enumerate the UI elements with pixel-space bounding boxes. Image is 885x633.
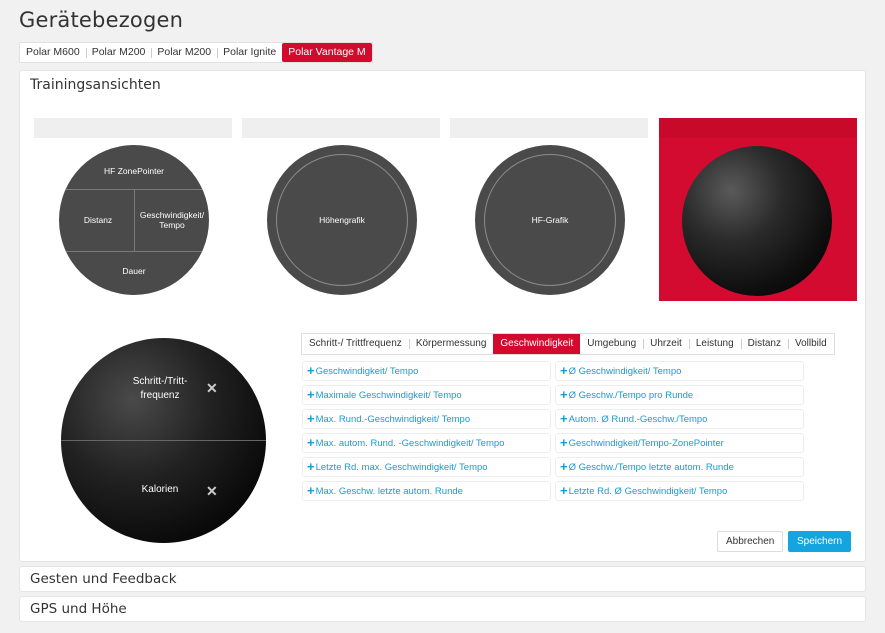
- option-item[interactable]: +Ø Geschw./Tempo letzte autom. Runde: [555, 457, 804, 477]
- plus-icon: +: [307, 483, 315, 498]
- option-item[interactable]: +Geschwindigkeit/Tempo-ZonePointer: [555, 433, 804, 453]
- panel-title[interactable]: Trainingsansichten: [20, 71, 865, 99]
- tab-body[interactable]: Körpermessung: [408, 334, 494, 354]
- plus-icon: +: [307, 411, 315, 426]
- editor-field-top[interactable]: Schritt-/Tritt- frequenz: [120, 375, 200, 403]
- tab-cadence[interactable]: Schritt-/ Trittfrequenz: [302, 334, 409, 354]
- tab-polar-m600[interactable]: Polar M600: [20, 43, 86, 62]
- cancel-button[interactable]: Abbrechen: [717, 531, 784, 552]
- save-button[interactable]: Speichern: [788, 531, 852, 552]
- field-label-bottom: Dauer: [122, 266, 146, 276]
- tab-polar-ignite[interactable]: Polar Ignite: [217, 43, 282, 62]
- option-label: Letzte Rd. Ø Geschwindigkeit/ Tempo: [568, 486, 728, 497]
- tab-power[interactable]: Leistung: [688, 334, 741, 354]
- option-label: Ø Geschw./Tempo letzte autom. Runde: [568, 462, 734, 473]
- option-label: Ø Geschw./Tempo pro Runde: [568, 390, 694, 401]
- category-tabs: Schritt-/ Trittfrequenz Körpermessung Ge…: [301, 333, 835, 355]
- plus-icon: +: [560, 459, 568, 474]
- tab-distance[interactable]: Distanz: [740, 334, 788, 354]
- option-label: Max. autom. Rund. -Geschwindigkeit/ Temp…: [315, 438, 505, 449]
- option-item[interactable]: +Max. Geschw. letzte autom. Runde: [302, 481, 551, 501]
- option-label: Geschwindigkeit/Tempo-ZonePointer: [568, 438, 724, 449]
- tab-polar-vantage-m[interactable]: Polar Vantage M: [282, 43, 372, 62]
- tab-speed[interactable]: Geschwindigkeit: [493, 334, 581, 354]
- tab-polar-m200[interactable]: Polar M200: [85, 43, 152, 62]
- watch-preview-1: HF ZonePointer Distanz Geschwindigkeit/ …: [59, 145, 209, 295]
- view-card-3[interactable]: [450, 118, 648, 138]
- view-card-bar: [659, 118, 857, 138]
- watch-preview-3: HF-Grafik: [475, 145, 625, 295]
- plus-icon: +: [307, 459, 315, 474]
- field-label-left: Distanz: [83, 215, 113, 225]
- option-item[interactable]: +Ø Geschw./Tempo pro Runde: [555, 385, 804, 405]
- watch-preview-2: Höhengrafik: [267, 145, 417, 295]
- training-views-panel: Trainingsansichten HF ZonePointer Distan…: [19, 70, 866, 562]
- option-item[interactable]: +Autom. Ø Rund.-Geschw./Tempo: [555, 409, 804, 429]
- plus-icon: +: [560, 363, 568, 378]
- field-label: HF-Grafik: [531, 215, 569, 225]
- view-card-bar: [34, 118, 232, 138]
- option-item[interactable]: +Letzte Rd. max. Geschwindigkeit/ Tempo: [302, 457, 551, 477]
- field-divider: [59, 251, 209, 252]
- plus-icon: +: [307, 363, 315, 378]
- option-label: Autom. Ø Rund.-Geschw./Tempo: [568, 414, 708, 425]
- view-card-2[interactable]: [242, 118, 440, 138]
- option-item[interactable]: +Max. autom. Rund. -Geschwindigkeit/ Tem…: [302, 433, 551, 453]
- tab-fullscreen[interactable]: Vollbild: [788, 334, 834, 354]
- option-item[interactable]: +Letzte Rd. Ø Geschwindigkeit/ Tempo: [555, 481, 804, 501]
- tab-time[interactable]: Uhrzeit: [643, 334, 689, 354]
- watch-editor-divider: [61, 440, 266, 441]
- option-label: Max. Geschw. letzte autom. Runde: [315, 486, 463, 497]
- plus-icon: +: [560, 435, 568, 450]
- device-tabs: Polar M600 Polar M200 Polar M200 Polar I…: [19, 42, 373, 63]
- view-card-1[interactable]: [34, 118, 232, 138]
- editor-field-bottom[interactable]: Kalorien: [120, 483, 200, 497]
- view-card-4: [659, 118, 857, 138]
- remove-field-top-close-icon[interactable]: ✕: [206, 380, 218, 397]
- remove-field-bottom-close-icon[interactable]: ✕: [206, 483, 218, 500]
- plus-icon: +: [560, 411, 568, 426]
- plus-icon: +: [307, 435, 315, 450]
- option-label: Geschwindigkeit/ Tempo: [315, 366, 419, 377]
- tab-environment[interactable]: Umgebung: [580, 334, 643, 354]
- panel-title: Gesten und Feedback: [30, 571, 177, 587]
- watch-preview-4: [682, 146, 832, 296]
- panel-title: GPS und Höhe: [30, 601, 127, 617]
- field-label: Höhengrafik: [319, 215, 365, 225]
- option-label: Ø Geschwindigkeit/ Tempo: [568, 366, 682, 377]
- field-label-top: HF ZonePointer: [104, 166, 164, 176]
- view-card-bar: [450, 118, 648, 138]
- option-item[interactable]: +Geschwindigkeit/ Tempo: [302, 361, 551, 381]
- field-label-right: Geschwindigkeit/ Tempo: [139, 210, 205, 230]
- view-card-bar: [242, 118, 440, 138]
- plus-icon: +: [307, 387, 315, 402]
- tab-polar-m200-2[interactable]: Polar M200: [151, 43, 217, 62]
- plus-icon: +: [560, 387, 568, 402]
- option-item[interactable]: +Ø Geschwindigkeit/ Tempo: [555, 361, 804, 381]
- option-label: Letzte Rd. max. Geschwindigkeit/ Tempo: [315, 462, 488, 473]
- page-title: Gerätebezogen: [19, 8, 184, 32]
- option-item[interactable]: +Max. Rund.-Geschwindigkeit/ Tempo: [302, 409, 551, 429]
- gps-altitude-panel[interactable]: GPS und Höhe: [19, 596, 866, 622]
- option-label: Max. Rund.-Geschwindigkeit/ Tempo: [315, 414, 471, 425]
- option-item[interactable]: +Maximale Geschwindigkeit/ Tempo: [302, 385, 551, 405]
- plus-icon: +: [560, 483, 568, 498]
- option-label: Maximale Geschwindigkeit/ Tempo: [315, 390, 462, 401]
- field-divider: [134, 189, 135, 251]
- gestures-feedback-panel[interactable]: Gesten und Feedback: [19, 566, 866, 592]
